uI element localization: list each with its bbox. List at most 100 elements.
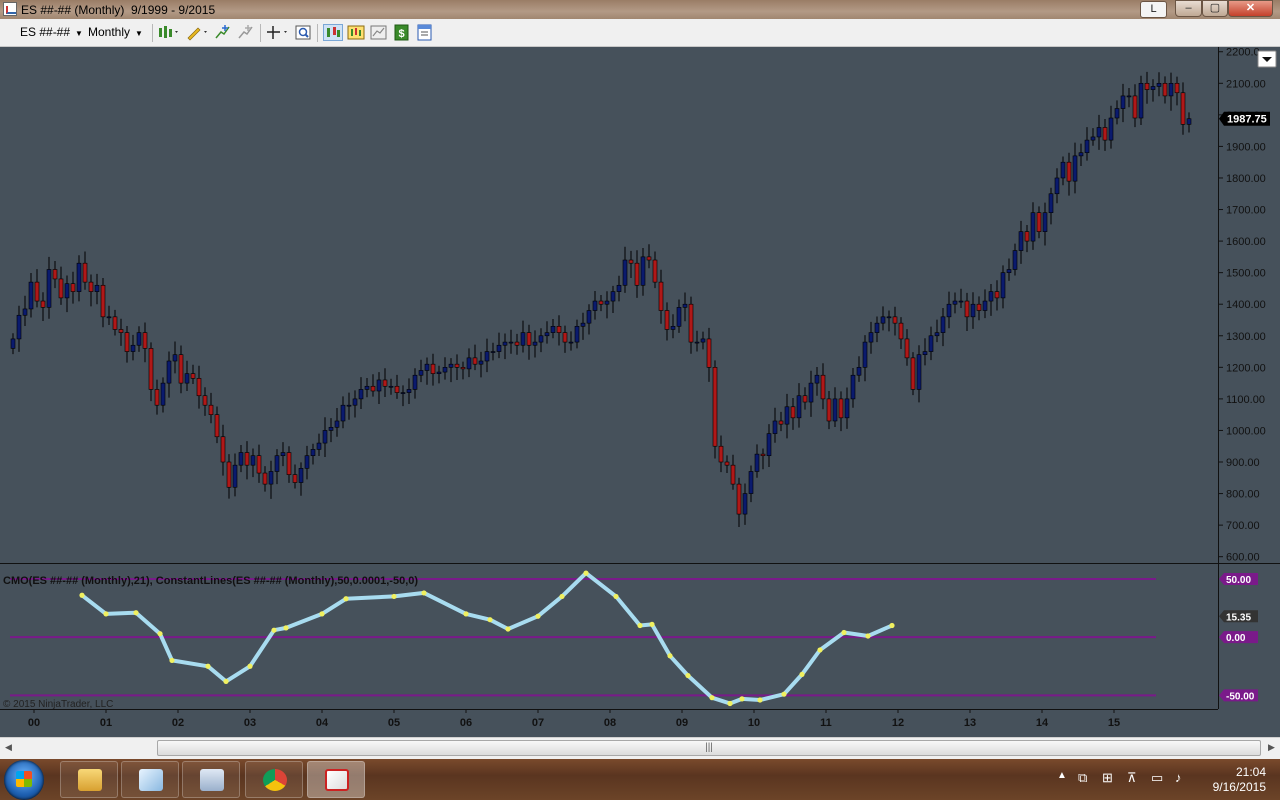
- cmo-point: [283, 625, 289, 631]
- constant-line-label: 0.00: [1219, 631, 1258, 644]
- scroll-right-icon[interactable]: ▶: [1268, 742, 1275, 753]
- volume-icon[interactable]: ♪: [1175, 770, 1182, 785]
- chrome-taskbar-button[interactable]: [245, 761, 303, 798]
- zoom-icon[interactable]: [295, 24, 312, 41]
- cmo-point: [841, 629, 847, 636]
- toolbar-divider: [260, 24, 261, 42]
- y-tick-label: 1000.00: [1226, 425, 1266, 437]
- x-tick-label: 04: [316, 717, 329, 729]
- cmo-point: [505, 626, 511, 632]
- indicator-label: CMO(ES ##-## (Monthly),21), ConstantLine…: [3, 575, 418, 587]
- x-tick-label: 05: [388, 717, 400, 729]
- cmo-point: [865, 633, 871, 639]
- close-button[interactable]: ✕: [1228, 0, 1273, 17]
- instrument-selector[interactable]: ES ##-## ▼: [20, 25, 83, 39]
- toolbar-divider: [152, 24, 153, 42]
- show-hidden-icons-icon[interactable]: ▲: [1057, 770, 1067, 781]
- x-tick-label: 01: [100, 717, 112, 729]
- svg-text:$: $: [398, 28, 404, 40]
- svg-text:50.00: 50.00: [1226, 575, 1251, 586]
- properties-icon[interactable]: [416, 24, 433, 41]
- x-tick-label: 07: [532, 717, 544, 729]
- cmo-point: [319, 611, 325, 617]
- ninjatrader-icon: [325, 769, 349, 791]
- cmo-point: [247, 663, 253, 669]
- cmo-point: [757, 697, 763, 703]
- maximize-button[interactable]: ▢: [1202, 0, 1228, 17]
- svg-text:0.00: 0.00: [1226, 633, 1246, 644]
- sync-icon[interactable]: ⧉: [1078, 770, 1087, 786]
- chart-canvas[interactable]: 2200.02100.002000.001900.001800.001700.0…: [0, 47, 1280, 737]
- x-tick-label: 09: [676, 717, 688, 729]
- y-tick-label: 2100.00: [1226, 78, 1266, 90]
- data-box-icon[interactable]: [347, 24, 365, 41]
- chart-window-icon: [3, 2, 17, 16]
- crosshair-icon[interactable]: [266, 24, 290, 41]
- chart-trader-icon[interactable]: [323, 24, 343, 41]
- constant-line-label: 50.00: [1219, 572, 1258, 586]
- dollar-icon[interactable]: $: [393, 24, 410, 41]
- x-tick-label: 13: [964, 717, 976, 729]
- ninjatrader-taskbar-button[interactable]: [307, 761, 365, 798]
- candle: [712, 360, 718, 459]
- cmo-point: [463, 611, 469, 617]
- x-tick-label: 03: [244, 717, 256, 729]
- cmo-point: [79, 592, 85, 598]
- cmo-point: [343, 596, 349, 602]
- y-tick-label: 600.00: [1226, 552, 1260, 564]
- network-icon[interactable]: ⊼: [1127, 770, 1137, 786]
- y-tick-label: 900.00: [1226, 457, 1260, 469]
- cmo-point: [709, 695, 715, 701]
- chart-style-icon[interactable]: [370, 24, 387, 41]
- instrument-label: ES ##-##: [20, 25, 71, 39]
- interval-label: Monthly: [88, 25, 131, 39]
- y-tick-label: 1100.00: [1226, 394, 1265, 406]
- start-button[interactable]: [4, 760, 44, 800]
- cmo-point: [613, 593, 619, 600]
- chevron-down-icon: ▼: [135, 29, 143, 38]
- windows-flag-icon[interactable]: ⊞: [1102, 770, 1113, 786]
- drawing-pencil-icon[interactable]: [186, 24, 210, 41]
- chevron-down-icon: ▼: [75, 29, 83, 38]
- link-button[interactable]: L: [1140, 1, 1167, 18]
- price-panel-background: [0, 47, 1218, 563]
- cmo-point: [559, 593, 565, 600]
- cmo-point: [637, 622, 643, 629]
- chart-area[interactable]: 2200.02100.002000.001900.001800.001700.0…: [0, 47, 1280, 737]
- horizontal-scrollbar[interactable]: ◀ ||| ▶: [0, 737, 1280, 759]
- minimize-button[interactable]: –: [1175, 0, 1202, 17]
- y-tick-label: 1400.00: [1226, 299, 1266, 311]
- add-indicator-icon[interactable]: [214, 24, 231, 41]
- cmo-point: [739, 696, 745, 702]
- copyright-text: © 2015 NinjaTrader, LLC: [3, 699, 113, 710]
- chrome-icon: [263, 769, 287, 791]
- x-tick-label: 10: [748, 717, 760, 729]
- cmo-point: [487, 617, 493, 623]
- x-tick-label: 00: [28, 717, 40, 729]
- cmo-point: [535, 613, 541, 619]
- calculator-taskbar-button[interactable]: [182, 761, 240, 798]
- folder-icon: [78, 769, 102, 791]
- scroll-left-icon[interactable]: ◀: [5, 742, 12, 753]
- cmo-point: [799, 671, 805, 678]
- scale-dropdown-button[interactable]: [1257, 50, 1277, 68]
- windows-taskbar: ▲ ⧉ ⊞ ⊼ ▭ ♪ 21:04 9/16/2015: [0, 759, 1280, 800]
- add-strategy-icon[interactable]: [237, 24, 254, 41]
- display-icon[interactable]: ▭: [1151, 770, 1163, 786]
- x-tick-label: 14: [1036, 717, 1049, 729]
- candle: [1138, 75, 1144, 125]
- cmo-point: [649, 621, 655, 627]
- bar-type-icon[interactable]: [157, 24, 181, 41]
- cmo-point: [583, 570, 589, 576]
- constant-line-label: -50.00: [1219, 689, 1258, 702]
- scrollbar-thumb[interactable]: |||: [157, 740, 1261, 756]
- explorer-taskbar-button[interactable]: [60, 761, 118, 798]
- cmo-point: [421, 590, 427, 596]
- svg-text:15.35: 15.35: [1226, 612, 1251, 623]
- window-title: ES ##-## (Monthly) 9/1999 - 9/2015: [21, 3, 216, 17]
- y-tick-label: 1900.00: [1226, 141, 1266, 153]
- system-clock[interactable]: 21:04 9/16/2015: [1196, 765, 1266, 795]
- interval-selector[interactable]: Monthly ▼: [88, 25, 143, 39]
- window-titlebar[interactable]: ES ##-## (Monthly) 9/1999 - 9/2015 L – ▢…: [0, 0, 1280, 19]
- notes-taskbar-button[interactable]: [121, 761, 179, 798]
